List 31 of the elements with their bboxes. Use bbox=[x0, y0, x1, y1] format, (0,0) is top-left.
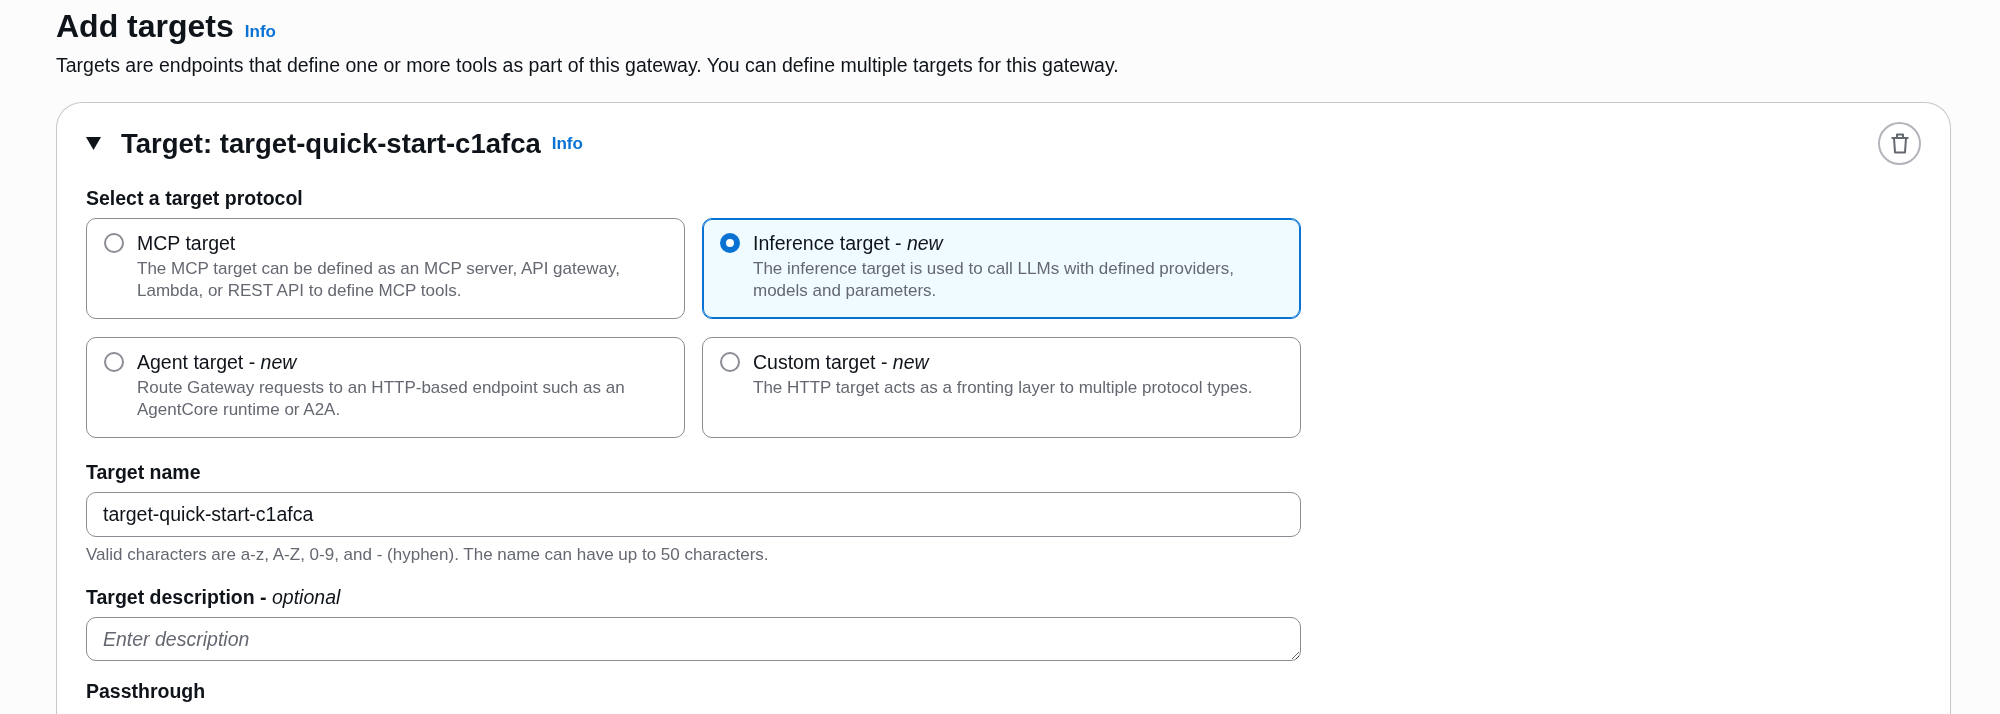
target-name-input[interactable]: target-quick-start-c1afca bbox=[86, 492, 1301, 537]
description-textarea[interactable]: Enter description bbox=[86, 617, 1301, 661]
option-title: Agent target - new bbox=[137, 350, 298, 375]
field-label: Target name bbox=[86, 460, 202, 484]
info-link[interactable]: Info bbox=[244, 21, 276, 43]
protocol-option[interactable]: Inference target - new The inference target is used to call LLMs with defined providers, models and parameters. bbox=[702, 218, 1301, 319]
option-title: MCP target bbox=[137, 231, 237, 256]
protocol-option[interactable]: MCP target The MCP target can be defined as an MCP server, API gateway, Lambda, or REST API to define MCP tools. bbox=[86, 218, 685, 319]
protocol-option[interactable]: Custom target - new The HTTP target acts as a fronting layer to multiple protocol types. bbox=[702, 337, 1301, 438]
radio-button[interactable] bbox=[720, 352, 740, 372]
option-description: The MCP target can be defined as an MCP server, API gateway, Lambda, or REST API to define MCP tools. bbox=[137, 258, 621, 302]
caret-icon[interactable] bbox=[86, 137, 101, 150]
page-description: Targets are endpoints that define one or more tools as part of this gateway. You can define multiple targets for this gateway. bbox=[56, 53, 1120, 78]
option-description: Route Gateway requests to an HTTP-based endpoint such as an AgentCore runtime or A2A. bbox=[137, 377, 626, 421]
field-label: Target description - optional bbox=[86, 585, 342, 609]
radio-button[interactable] bbox=[104, 352, 124, 372]
page-title: Add targets bbox=[56, 8, 234, 44]
radio-button[interactable] bbox=[104, 233, 124, 253]
trash-icon bbox=[1889, 133, 1910, 154]
radio-button[interactable] bbox=[720, 233, 740, 253]
delete-button[interactable] bbox=[1878, 122, 1921, 165]
option-title: Inference target - new bbox=[753, 231, 945, 256]
protocol-option[interactable]: Agent target - new Route Gateway requests to an HTTP-based endpoint such as an AgentCore runtime or A2A. bbox=[86, 337, 685, 438]
option-description: The inference target is used to call LLMs with defined providers, models and parameters. bbox=[753, 258, 1235, 302]
help-text: Valid characters are a-z, A-Z, 0-9, and - (hyphen). The name can have up to 50 characters. bbox=[86, 544, 770, 566]
section-title: Target: target-quick-start-c1afca bbox=[121, 126, 541, 161]
field-label: Select a target protocol bbox=[86, 186, 304, 210]
field-label: Passthrough bbox=[86, 679, 207, 703]
option-description: The HTTP target acts as a fronting layer to multiple protocol types. bbox=[753, 377, 1253, 399]
info-link[interactable]: Info bbox=[551, 132, 583, 155]
option-title: Custom target - new bbox=[753, 350, 931, 375]
